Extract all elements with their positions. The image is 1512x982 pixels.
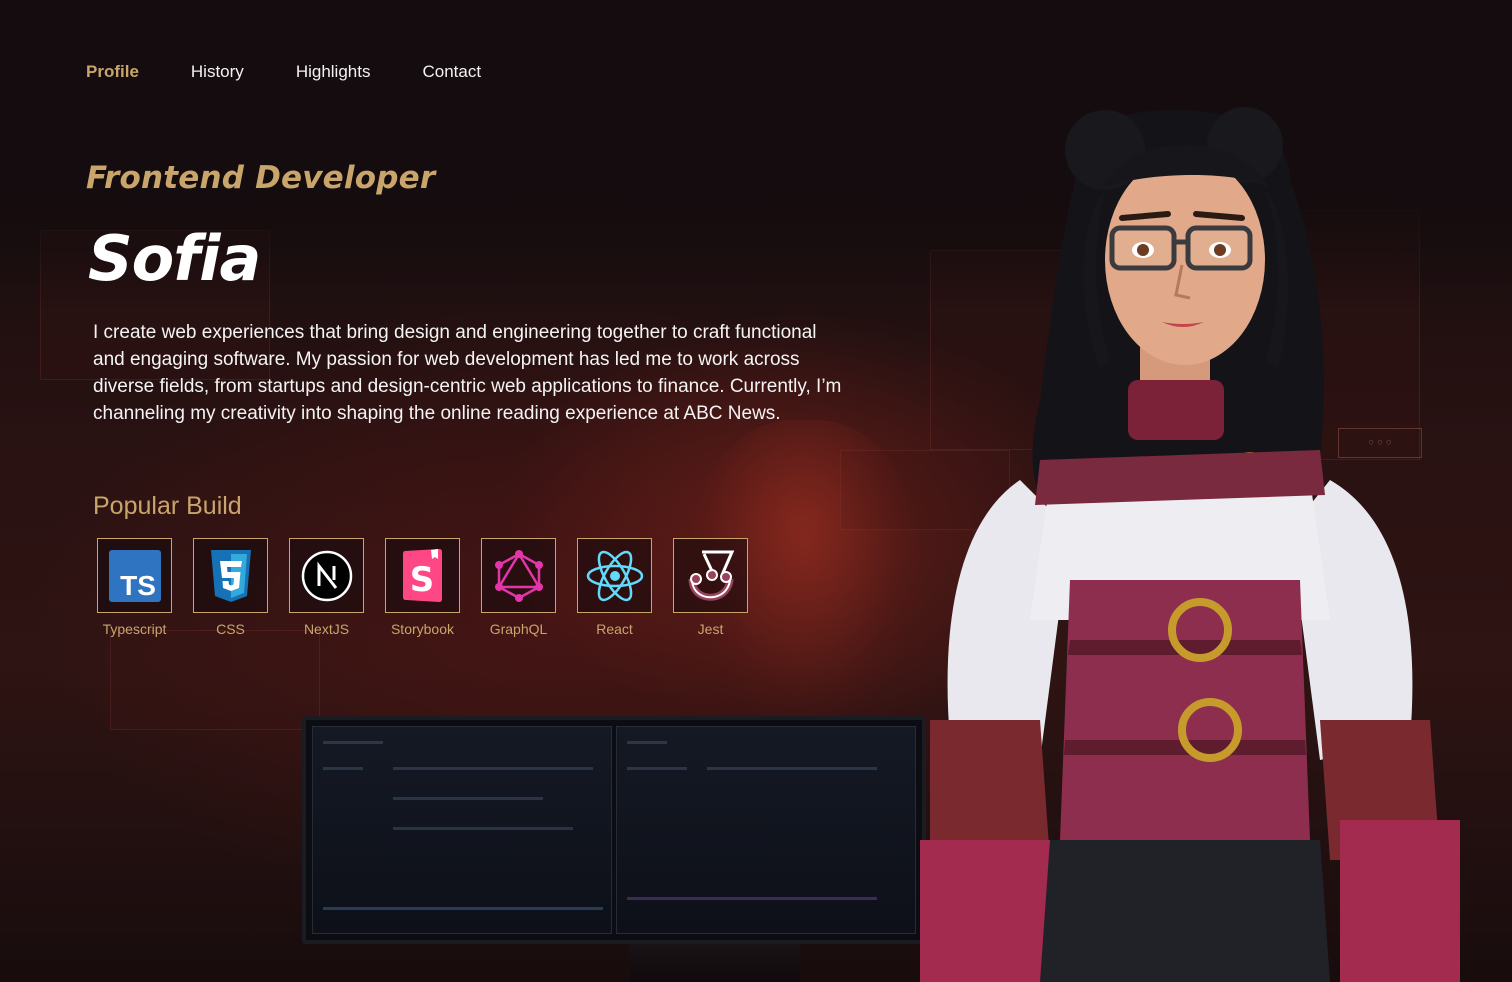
tech-label: Storybook [390, 621, 455, 637]
tech-label: React [596, 621, 633, 637]
tech-item-nextjs[interactable]: NextJS [289, 538, 364, 637]
monitor-stand [630, 944, 800, 982]
tech-box [481, 538, 556, 613]
tech-box [289, 538, 364, 613]
css-icon [210, 549, 251, 602]
role-title: Frontend Developer [86, 160, 436, 196]
tech-item-typescript[interactable]: TS Typescript [97, 538, 172, 637]
character-avatar [920, 107, 1460, 982]
nav-history[interactable]: History [191, 60, 244, 84]
monitor-screen [302, 716, 926, 944]
monitor-pane-left [312, 726, 612, 934]
jest-icon [688, 550, 734, 601]
nav-profile[interactable]: Profile [86, 60, 139, 84]
graphql-icon [494, 549, 543, 602]
top-nav: Profile History Highlights Contact [86, 60, 481, 84]
tech-label: NextJS [303, 621, 350, 637]
nextjs-icon [301, 550, 352, 601]
tech-label: Typescript [102, 621, 167, 637]
tech-item-react[interactable]: React [577, 538, 652, 637]
tech-item-jest[interactable]: Jest [673, 538, 748, 637]
monitor-pane-right [616, 726, 916, 934]
tech-box: TS [97, 538, 172, 613]
storybook-icon: S [402, 548, 442, 602]
react-icon [586, 550, 643, 601]
tech-list: TS Typescript CSS NextJS S Storybook Gra… [97, 538, 748, 637]
profile-name: Sofia [88, 222, 261, 295]
tech-item-graphql[interactable]: GraphQL [481, 538, 556, 637]
tech-box: S [385, 538, 460, 613]
tech-box [673, 538, 748, 613]
svg-text:S: S [409, 560, 434, 600]
tech-label: Jest [697, 621, 724, 637]
nav-contact[interactable]: Contact [422, 60, 481, 84]
typescript-icon: TS [108, 549, 161, 602]
tech-item-css[interactable]: CSS [193, 538, 268, 637]
popular-build-title: Popular Build [93, 492, 242, 520]
tech-box [577, 538, 652, 613]
nav-highlights[interactable]: Highlights [296, 60, 371, 84]
tech-item-storybook[interactable]: S Storybook [385, 538, 460, 637]
tech-label: CSS [216, 621, 245, 637]
bio-text: I create web experiences that bring desi… [93, 322, 842, 424]
svg-text:TS: TS [120, 570, 156, 601]
tech-label: GraphQL [489, 621, 548, 637]
tech-box [193, 538, 268, 613]
